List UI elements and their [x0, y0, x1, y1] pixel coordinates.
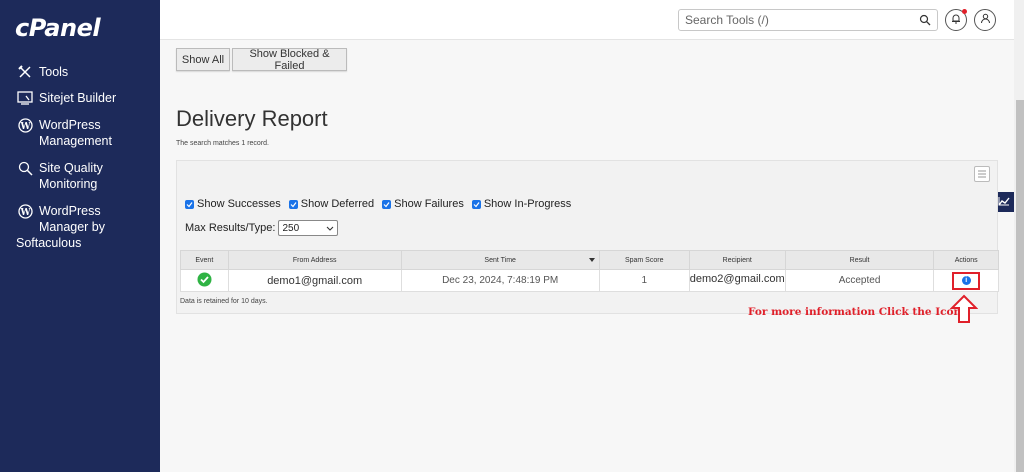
sidebar-item-label: WordPress Management	[39, 118, 112, 148]
sidebar-item-wordpress-manager[interactable]: W WordPress Manager by	[16, 203, 105, 235]
max-results-label: Max Results/Type:	[185, 222, 276, 234]
notifications-button[interactable]	[945, 9, 967, 31]
sidebar-item-site-quality[interactable]: Site Quality Monitoring	[16, 160, 103, 192]
col-sent-time[interactable]: Sent Time	[400, 250, 600, 270]
col-spam-score[interactable]: Spam Score	[598, 250, 690, 270]
sitejet-icon	[16, 90, 34, 106]
col-from-address[interactable]: From Address	[227, 250, 402, 270]
actions-cell: i	[933, 269, 999, 292]
filter-successes[interactable]: Show Successes	[185, 198, 281, 210]
show-blocked-failed-button[interactable]: Show Blocked & Failed	[232, 48, 347, 72]
delivery-table: Event From Address Sent Time Spam Score …	[180, 250, 999, 292]
spam-score-cell: 1	[598, 269, 690, 292]
info-icon[interactable]: i	[961, 276, 971, 285]
from-address-cell: demo1@gmail.com	[227, 269, 402, 292]
tools-icon	[16, 64, 34, 80]
up-arrow-icon	[950, 294, 978, 323]
table-row: demo1@gmail.com Dec 23, 2024, 7:48:19 PM…	[180, 269, 999, 292]
sent-time-cell: Dec 23, 2024, 7:48:19 PM	[400, 269, 600, 292]
col-actions: Actions	[933, 250, 999, 270]
top-header	[160, 0, 1014, 40]
filter-failures[interactable]: Show Failures	[382, 198, 464, 210]
list-view-icon[interactable]	[974, 166, 990, 182]
event-cell	[180, 269, 229, 292]
chart-icon	[998, 193, 1010, 211]
site-quality-icon	[16, 160, 34, 176]
sidebar-item-sitejet[interactable]: Sitejet Builder	[16, 90, 116, 106]
sidebar: cPanel Tools Sitejet Builder W WordPress…	[0, 0, 160, 472]
user-icon	[980, 11, 991, 29]
filter-deferred[interactable]: Show Deferred	[288, 198, 374, 210]
report-panel: Show Successes Show Deferred Show Failur…	[176, 160, 999, 314]
sidebar-item-tools[interactable]: Tools	[16, 64, 68, 80]
notification-dot	[962, 9, 967, 14]
col-recipient[interactable]: Recipient	[688, 250, 786, 270]
wordpress-icon: W	[16, 117, 34, 133]
retention-note: Data is retained for 10 days.	[180, 298, 268, 305]
checkbox-checked[interactable]	[382, 199, 392, 209]
annotation-text: For more information Click the Icon	[748, 306, 962, 318]
svg-text:W: W	[19, 122, 31, 132]
sidebar-item-label: Site Quality Monitoring	[39, 161, 103, 191]
user-menu-button[interactable]	[974, 9, 996, 31]
sort-desc-icon	[588, 258, 595, 262]
search-result-count: The search matches 1 record.	[176, 140, 269, 147]
search-input[interactable]	[679, 10, 909, 30]
sidebar-item-label-extra: Softaculous	[16, 236, 82, 250]
sidebar-item-label: Tools	[39, 65, 69, 79]
wordpress-icon: W	[16, 203, 34, 219]
filter-in-progress[interactable]: Show In-Progress	[471, 198, 571, 210]
result-cell: Accepted	[784, 269, 935, 292]
page-title: Delivery Report	[176, 106, 328, 131]
svg-text:W: W	[19, 208, 31, 218]
success-check-icon	[197, 272, 212, 290]
col-event[interactable]: Event	[180, 250, 229, 270]
recipient-cell: demo2@gmail.com	[688, 269, 786, 292]
col-result[interactable]: Result	[784, 250, 935, 270]
search-icon[interactable]	[919, 13, 931, 31]
max-results-row: Max Results/Type: 250	[185, 220, 339, 236]
highlight-box: i	[952, 271, 981, 290]
event-filters: Show Successes Show Deferred Show Failur…	[185, 198, 579, 210]
sidebar-item-wordpress-management[interactable]: W WordPress Management	[16, 117, 112, 149]
max-results-select[interactable]: 250	[278, 220, 339, 236]
checkbox-checked[interactable]	[471, 199, 481, 209]
show-all-button[interactable]: Show All	[176, 48, 230, 71]
scrollbar-thumb[interactable]	[1016, 100, 1024, 472]
sidebar-item-label: Sitejet Builder	[39, 91, 117, 105]
chevron-down-icon	[326, 223, 334, 234]
checkbox-checked[interactable]	[288, 199, 298, 209]
cpanel-logo[interactable]: cPanel	[15, 14, 101, 42]
sidebar-item-label: WordPress Manager by	[39, 204, 106, 234]
search-box[interactable]	[678, 9, 938, 31]
bell-icon	[951, 11, 961, 29]
checkbox-checked[interactable]	[185, 199, 194, 209]
